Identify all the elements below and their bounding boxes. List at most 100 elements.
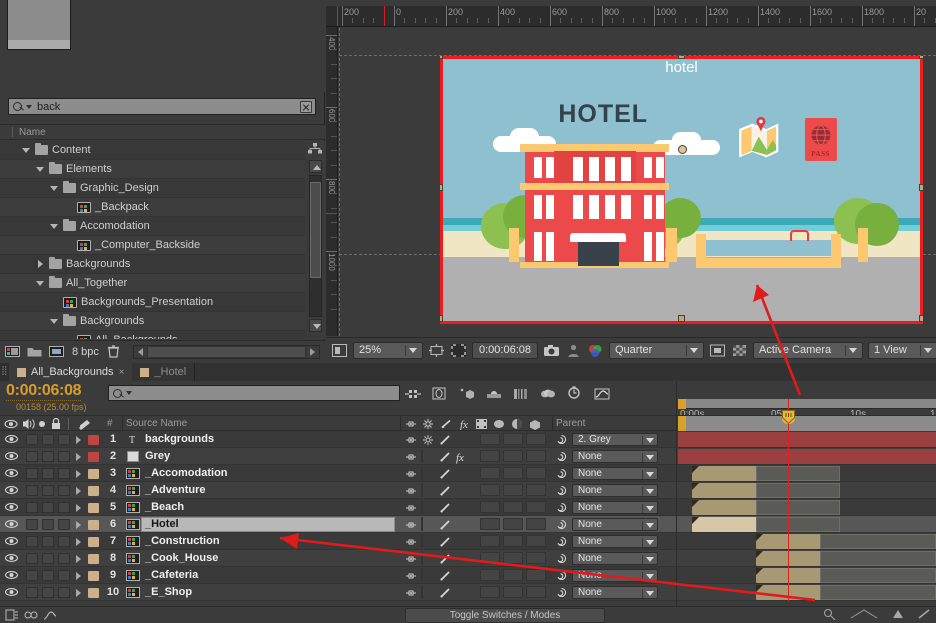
scroll-right-button[interactable] <box>306 346 319 358</box>
new-folder-icon[interactable] <box>27 345 42 358</box>
lock-toggle[interactable] <box>58 485 70 496</box>
frame-blending-icon[interactable] <box>485 386 503 402</box>
audio-toggle[interactable] <box>26 536 38 547</box>
motion-blur-switch[interactable] <box>438 535 452 549</box>
project-horizontal-scrollbar[interactable] <box>132 344 320 359</box>
view-layout-dropdown[interactable]: 1 View <box>868 341 936 359</box>
layer-duration-bar-area[interactable] <box>678 567 936 584</box>
show-snapshot-icon[interactable] <box>565 343 582 358</box>
track-matte-cell[interactable] <box>503 552 523 564</box>
new-composition-icon[interactable] <box>5 345 20 358</box>
chevron-down-icon[interactable] <box>50 184 59 193</box>
always-preview-this-view-icon[interactable] <box>331 343 348 358</box>
interpret-footage-icon[interactable] <box>49 345 64 358</box>
selection-handle[interactable] <box>678 315 685 322</box>
toggle-switches-modes-button[interactable]: Toggle Switches / Modes <box>405 608 605 623</box>
project-tree-item[interactable]: Elements <box>0 160 305 179</box>
column-header-source-name[interactable]: Source Name <box>126 418 187 429</box>
layer-name[interactable]: _Accomodation <box>145 467 228 479</box>
chevron-right-icon[interactable] <box>76 487 81 495</box>
scroll-up-button[interactable] <box>309 160 322 173</box>
project-search-field[interactable]: back <box>8 98 316 115</box>
layer-duration-bar[interactable] <box>756 568 936 583</box>
lock-toggle[interactable] <box>58 570 70 581</box>
scrollbar-thumb[interactable] <box>310 182 321 278</box>
quality-switch[interactable] <box>421 516 435 532</box>
graph-editor-icon[interactable] <box>593 386 611 402</box>
selection-handle[interactable] <box>440 56 443 59</box>
timeline-layer-row[interactable]: 1 Tbackgrounds 2. Grey <box>0 431 936 448</box>
zoom-in-icon[interactable] <box>891 608 905 620</box>
timeline-layer-row[interactable]: 4 _Adventure None <box>0 482 936 499</box>
timeline-tab[interactable]: All_Backgrounds × <box>9 363 133 381</box>
parent-pickwhip-icon[interactable] <box>556 434 567 445</box>
parent-pickwhip-icon[interactable] <box>556 587 567 598</box>
audio-toggle[interactable] <box>26 434 38 445</box>
mode-cell[interactable] <box>480 450 500 462</box>
lock-toggle[interactable] <box>58 587 70 598</box>
layer-color-swatch[interactable] <box>88 554 99 564</box>
work-area-bar[interactable] <box>678 399 936 409</box>
audio-toggle[interactable] <box>26 519 38 530</box>
project-tree-item[interactable]: All_Backgrounds <box>0 331 305 339</box>
motion-blur-switch[interactable] <box>438 450 452 464</box>
quality-switch[interactable] <box>421 482 435 498</box>
shy-switch[interactable] <box>404 518 418 532</box>
solo-toggle[interactable] <box>42 451 54 462</box>
layer-color-swatch[interactable] <box>88 469 99 479</box>
collapse-switch[interactable] <box>421 433 435 447</box>
track-matte-cell[interactable] <box>503 501 523 513</box>
eye-icon[interactable] <box>4 502 19 512</box>
parent-dropdown[interactable]: None <box>572 518 658 531</box>
timeline-layer-row[interactable]: 10 _E_Shop None <box>0 584 936 601</box>
composition-canvas[interactable]: hotel HOTEL PASS <box>440 56 923 324</box>
layer-color-swatch[interactable] <box>88 435 99 445</box>
selection-handle[interactable] <box>919 184 923 191</box>
quality-switch[interactable] <box>421 448 435 464</box>
shy-switch[interactable] <box>404 586 418 600</box>
zoom-slider[interactable] <box>849 608 879 620</box>
lock-toggle[interactable] <box>58 434 70 445</box>
grid-guides-icon[interactable] <box>450 343 467 358</box>
chevron-down-icon[interactable] <box>36 165 45 174</box>
current-timecode[interactable]: 0:00:06:08 <box>6 382 82 401</box>
layer-name[interactable]: _Construction <box>145 535 220 547</box>
layer-duration-bar[interactable] <box>756 534 936 549</box>
transparency-grid-icon[interactable] <box>731 343 748 358</box>
parent-pickwhip-icon[interactable] <box>556 519 567 530</box>
layer-duration-bar[interactable] <box>692 466 840 481</box>
quality-switch[interactable] <box>421 499 435 515</box>
parent-dropdown[interactable]: None <box>572 552 658 565</box>
layer-duration-bar-area[interactable] <box>678 431 936 448</box>
quality-switch[interactable] <box>421 584 435 600</box>
graph-toggle-icon[interactable] <box>917 608 931 620</box>
composition-stage[interactable]: hotel HOTEL PASS <box>339 28 936 336</box>
chevron-right-icon[interactable] <box>76 555 81 563</box>
bit-depth-label[interactable]: 8 bpc <box>72 346 99 358</box>
lock-toggle[interactable] <box>58 553 70 564</box>
quality-switch[interactable] <box>421 465 435 481</box>
audio-toggle[interactable] <box>26 451 38 462</box>
eye-icon[interactable] <box>4 451 19 461</box>
quality-switch[interactable] <box>421 567 435 583</box>
adjustment-cell[interactable] <box>526 552 546 564</box>
motion-blur-switch[interactable] <box>438 467 452 481</box>
timeline-layer-row[interactable]: 3 _Accomodation None <box>0 465 936 482</box>
column-header-parent[interactable]: Parent <box>556 418 585 429</box>
eye-icon[interactable] <box>4 485 19 495</box>
parent-pickwhip-icon[interactable] <box>556 468 567 479</box>
layer-duration-bar-area[interactable] <box>678 448 936 465</box>
chevron-right-icon[interactable] <box>76 572 81 580</box>
layer-duration-bar-area[interactable] <box>678 465 936 482</box>
eye-icon[interactable] <box>4 570 19 580</box>
lock-toggle[interactable] <box>58 519 70 530</box>
shy-switch[interactable] <box>404 484 418 498</box>
chevron-down-icon[interactable] <box>126 391 132 395</box>
timeline-layer-row[interactable]: 5 _Beach None <box>0 499 936 516</box>
solo-toggle[interactable] <box>42 434 54 445</box>
project-tree-item[interactable]: Backgrounds <box>0 255 305 274</box>
timeline-layer-row[interactable]: 7 _Construction None <box>0 533 936 550</box>
parent-pickwhip-icon[interactable] <box>556 553 567 564</box>
track-matte-cell[interactable] <box>503 433 523 445</box>
chevron-right-icon[interactable] <box>76 470 81 478</box>
